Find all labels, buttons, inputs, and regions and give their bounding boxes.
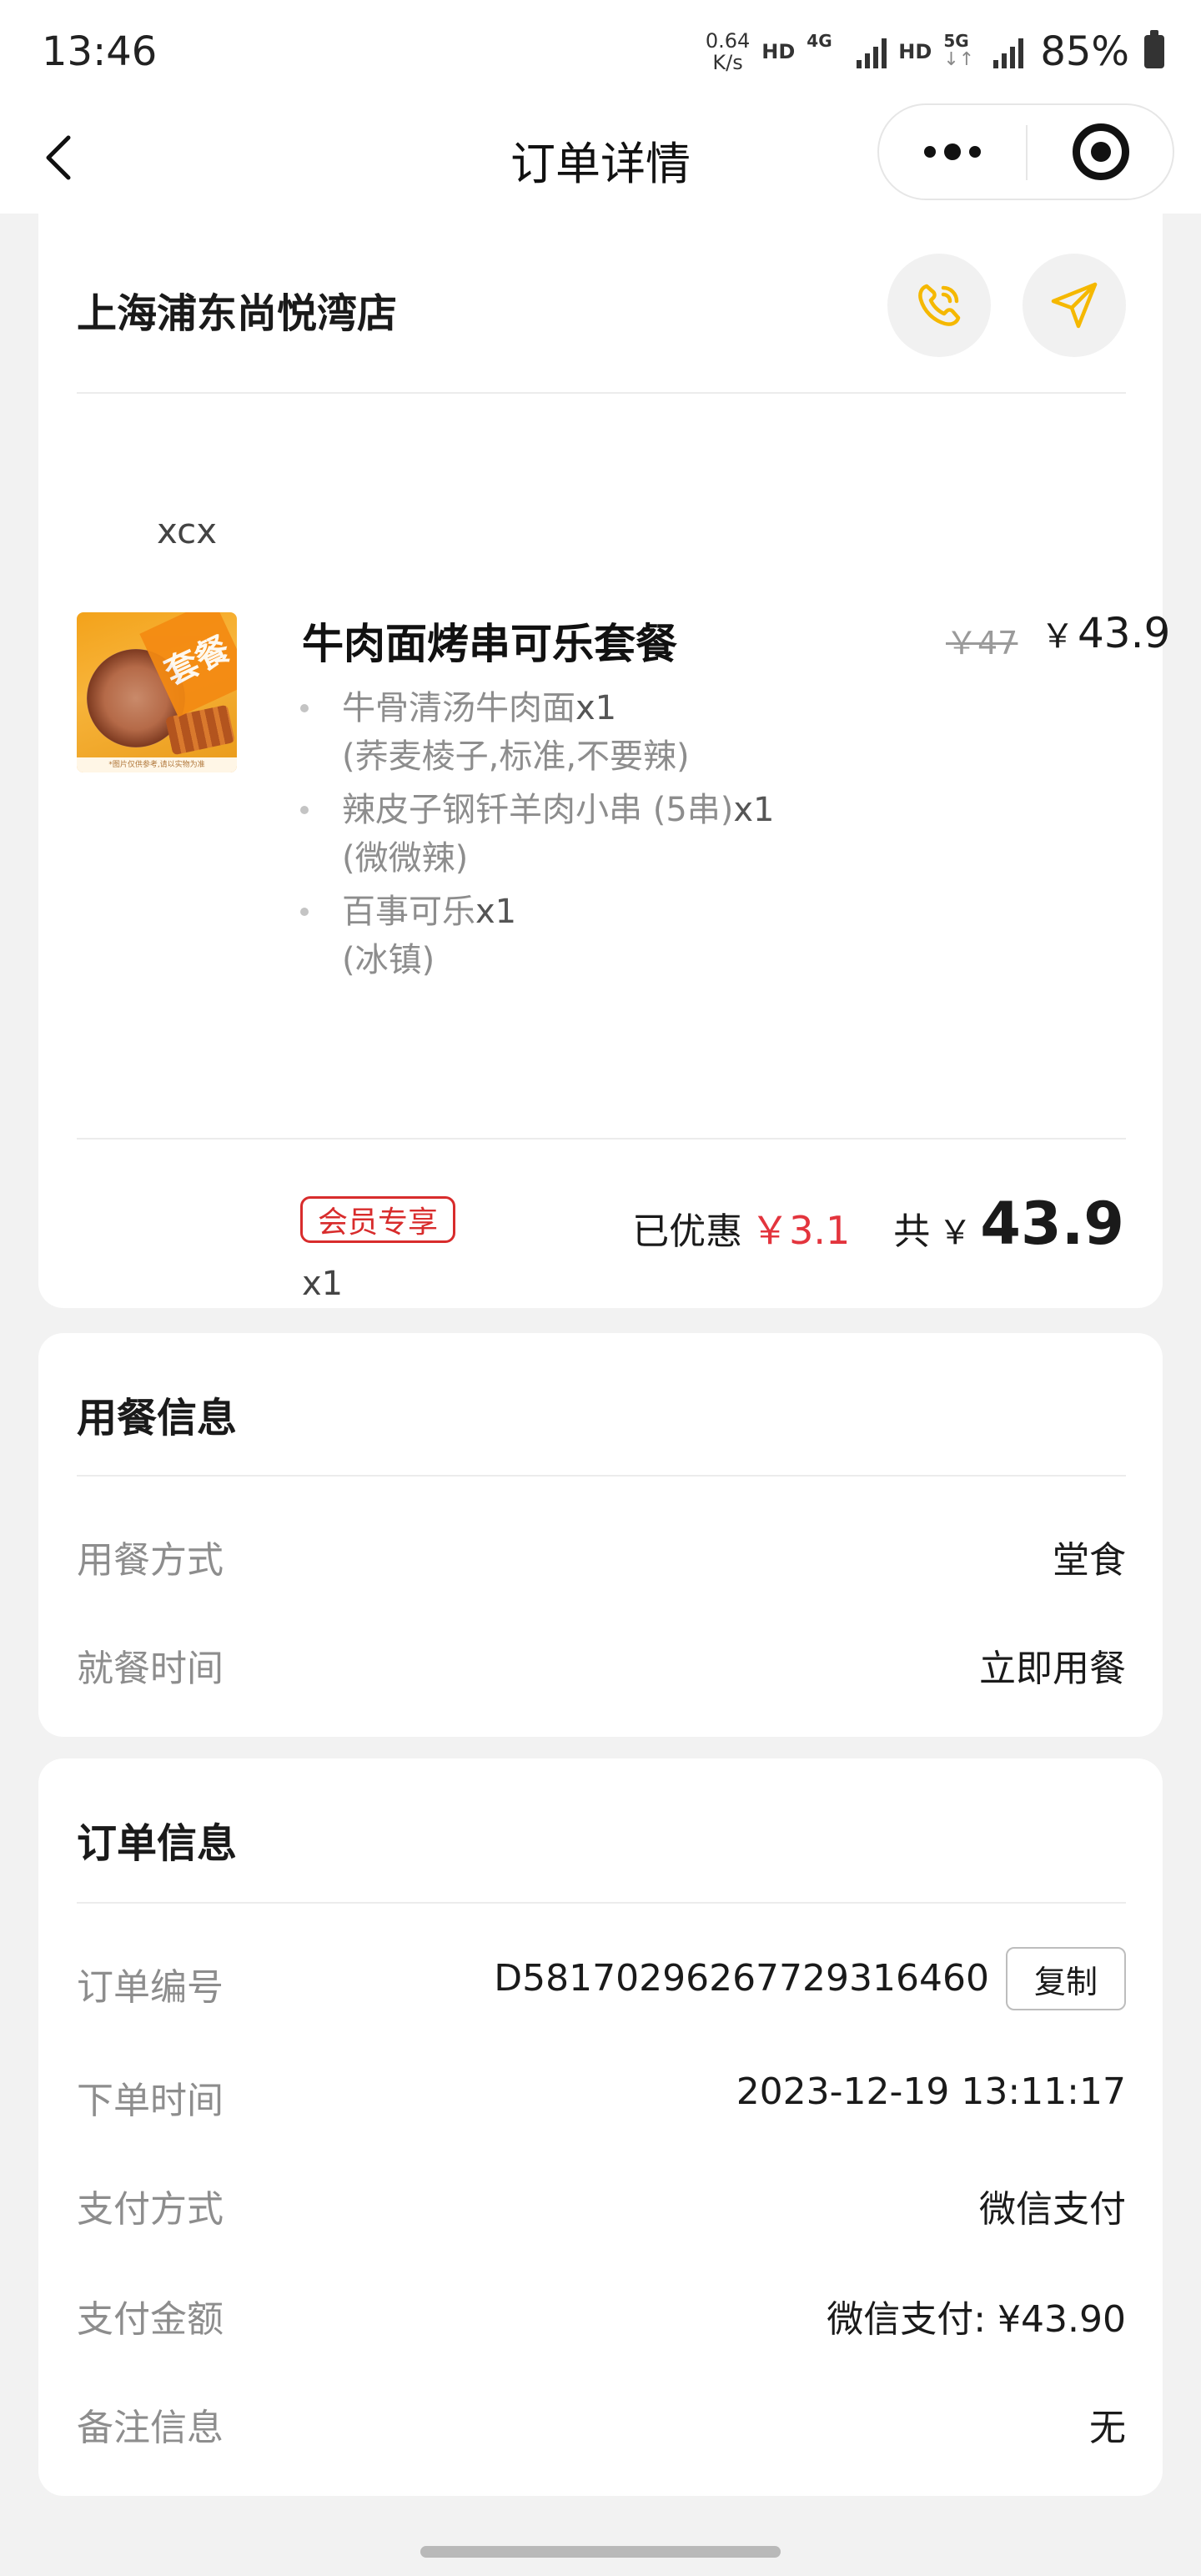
- order-items-card: 上海浦东尚悦湾店 xcx 套餐 *图片仅供参考,请以实物为准 牛肉面烤串可乐套餐…: [38, 200, 1170, 1308]
- mini-program-capsule: [877, 103, 1174, 200]
- total-label: 共: [893, 1210, 931, 1253]
- nav-bar: 订单详情: [0, 103, 1201, 214]
- current-price: ￥43.9: [1041, 609, 1170, 657]
- combo-item-options: (荞麦棱子,标准,不要辣): [342, 737, 690, 776]
- product-name: 牛肉面烤串可乐套餐: [302, 620, 677, 668]
- home-indicator[interactable]: [420, 2546, 781, 2558]
- order-number: D58170296267729316460: [494, 1957, 989, 2000]
- info-value: 堂食: [1053, 1539, 1126, 1582]
- navigate-button[interactable]: [1023, 254, 1126, 357]
- product-quantity: x1: [302, 1265, 344, 1303]
- network-4g-indicator: 4G: [807, 31, 845, 73]
- network-5g-indicator: 5G ↓↑: [943, 31, 982, 73]
- more-dots-icon: [924, 146, 936, 158]
- combo-item-options: (微微辣): [342, 839, 469, 878]
- info-label: 支付方式: [77, 2188, 224, 2231]
- info-row-order-time: 下单时间 2023-12-19 13:11:17: [77, 2070, 1126, 2129]
- navigation-arrow-icon: [1051, 282, 1098, 329]
- info-value: 2023-12-19 13:11:17: [736, 2070, 1126, 2113]
- image-disclaimer: *图片仅供参考,请以实物为准: [77, 757, 237, 772]
- divider: [77, 1902, 1126, 1904]
- battery-percentage: 85%: [1040, 28, 1129, 75]
- combo-item-name: 牛骨清汤牛肉面x1: [342, 689, 617, 727]
- bullet: [300, 908, 309, 916]
- total-currency: ￥: [938, 1214, 972, 1252]
- discount-label: 已优惠: [632, 1210, 743, 1253]
- current-price-value: 43.9: [1078, 609, 1171, 657]
- info-row-payment-method: 支付方式 微信支付: [77, 2179, 1126, 2237]
- status-time: 13:46: [42, 28, 158, 75]
- total-amount: 43.9: [980, 1190, 1124, 1258]
- network-speed: 0.64 K/s: [706, 30, 750, 73]
- store-name[interactable]: 上海浦东尚悦湾店: [77, 280, 397, 339]
- info-label: 下单时间: [77, 2080, 224, 2122]
- info-row-dining-time: 就餐时间 立即用餐: [77, 1638, 1126, 1697]
- more-button[interactable]: [879, 105, 1026, 199]
- info-value: 立即用餐: [979, 1648, 1126, 1690]
- section-title: 订单信息: [77, 1820, 238, 1867]
- info-row-remarks: 备注信息 无: [77, 2397, 1126, 2456]
- info-value: 微信支付: ¥43.90: [827, 2298, 1126, 2341]
- network-speed-value: 0.64: [705, 29, 751, 53]
- divider: [77, 1138, 1126, 1140]
- data-arrows-icon: ↓↑: [943, 49, 975, 70]
- member-exclusive-badge: 会员专享: [300, 1196, 456, 1243]
- info-row-order-number: 订单编号 D58170296267729316460 复制: [77, 1947, 1126, 2015]
- info-label: 订单编号: [77, 1966, 224, 2009]
- combo-item-options: (冰镇): [342, 941, 435, 979]
- divider: [77, 392, 1126, 394]
- status-icons: 0.64 K/s HD 4G HD 5G ↓↑ 85%: [706, 25, 1164, 78]
- hd-badge: HD: [761, 40, 796, 63]
- combo-item-name: 辣皮子钢钎羊肉小串 (5串)x1: [342, 791, 775, 829]
- discount-amount: ￥3.1: [751, 1208, 851, 1253]
- network-5g-label: 5G: [943, 31, 969, 51]
- close-mini-program-button[interactable]: [1028, 105, 1174, 199]
- status-bar: 13:46 0.64 K/s HD 4G HD 5G ↓↑ 85%: [0, 0, 1201, 103]
- combo-item-name: 百事可乐x1: [342, 893, 517, 931]
- product-image: 套餐 *图片仅供参考,请以实物为准: [77, 612, 237, 772]
- network-speed-unit: K/s: [712, 51, 743, 74]
- currency-symbol: ￥: [1041, 617, 1074, 656]
- target-close-icon: [1073, 123, 1129, 180]
- info-value: 微信支付: [979, 2188, 1126, 2231]
- call-store-button[interactable]: [887, 254, 991, 357]
- order-source: xcx: [157, 511, 218, 551]
- info-label: 支付金额: [77, 2298, 224, 2341]
- network-4g-label: 4G: [807, 31, 832, 51]
- signal-icon-2: [993, 35, 1024, 68]
- signal-icon: [857, 35, 887, 68]
- bullet: [300, 704, 309, 712]
- copy-order-number-button[interactable]: 复制: [1006, 1947, 1126, 2010]
- dining-info-card: 用餐信息 用餐方式 堂食 就餐时间 立即用餐: [38, 1333, 1163, 1737]
- order-total-row: 已优惠 ￥3.1 共 ￥ 43.9: [632, 1190, 1124, 1258]
- phone-icon: [918, 284, 961, 326]
- info-label: 用餐方式: [77, 1539, 224, 1582]
- hd-badge-2: HD: [898, 40, 932, 63]
- bullet: [300, 806, 309, 814]
- battery-icon: [1144, 30, 1164, 68]
- info-label: 就餐时间: [77, 1648, 224, 1690]
- info-label: 备注信息: [77, 2407, 224, 2449]
- info-value: 无: [1089, 2407, 1126, 2449]
- section-title: 用餐信息: [77, 1395, 238, 1441]
- info-row-dining-mode: 用餐方式 堂食: [77, 1530, 1126, 1588]
- original-price: ￥47: [946, 625, 1018, 662]
- divider: [77, 1475, 1126, 1477]
- info-row-payment-amount: 支付金额 微信支付: ¥43.90: [77, 2289, 1126, 2347]
- order-info-card: 订单信息 订单编号 D58170296267729316460 复制 下单时间 …: [38, 1758, 1163, 2496]
